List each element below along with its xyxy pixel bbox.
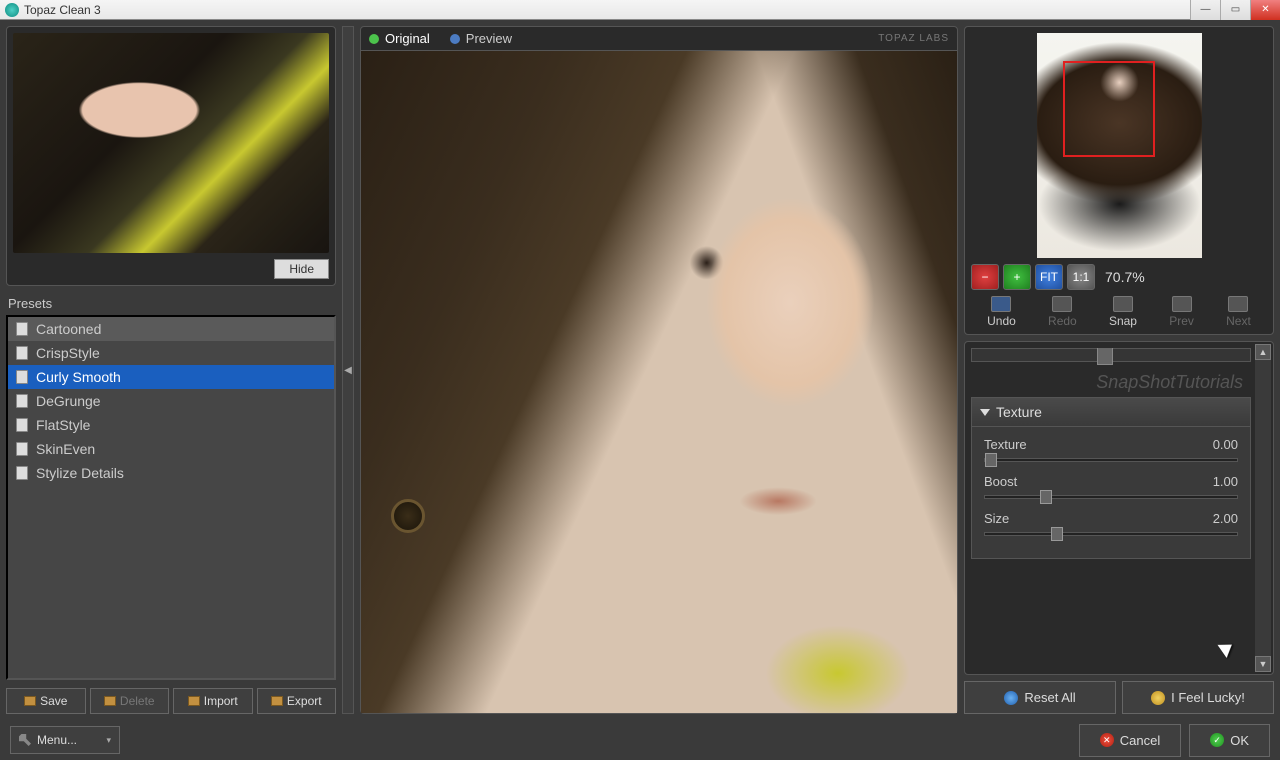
document-icon — [16, 346, 28, 360]
undo-button[interactable]: Undo — [987, 296, 1016, 328]
zoom-actual-button[interactable]: 1:1 — [1067, 264, 1095, 290]
param-texture-value: 0.00 — [1213, 437, 1238, 452]
section-texture-header[interactable]: Texture — [971, 397, 1251, 427]
app-icon — [5, 3, 19, 17]
prev-button[interactable]: Prev — [1169, 296, 1194, 328]
view-tabs: Original Preview TOPAZ LABS — [361, 27, 957, 51]
scroll-up-button[interactable]: ▲ — [1255, 344, 1271, 360]
document-icon — [16, 322, 28, 336]
preset-item[interactable]: Stylize Details — [8, 461, 334, 485]
param-size-value: 2.00 — [1213, 511, 1238, 526]
preset-item[interactable]: DeGrunge — [8, 389, 334, 413]
main-canvas[interactable] — [361, 51, 957, 713]
title-bar: Topaz Clean 3 — ▭ ✕ — [0, 0, 1280, 20]
params-scrollbar[interactable]: ▲ ▼ — [1255, 344, 1271, 672]
cancel-button[interactable]: ✕Cancel — [1079, 724, 1181, 757]
check-icon: ✓ — [1210, 733, 1224, 747]
param-texture-slider[interactable] — [984, 458, 1238, 462]
preset-label: CrispStyle — [36, 345, 100, 361]
window-title: Topaz Clean 3 — [24, 3, 101, 17]
zoom-out-button[interactable]: − — [971, 264, 999, 290]
reset-icon — [1004, 691, 1018, 705]
parameters-panel: SnapShotTutorials Texture Texture 0.00 Bo… — [964, 341, 1274, 675]
param-boost-label: Boost — [984, 474, 1017, 489]
next-button[interactable]: Next — [1226, 296, 1251, 328]
feel-lucky-button[interactable]: I Feel Lucky! — [1122, 681, 1274, 714]
canvas-knob-icon — [391, 499, 425, 533]
import-preset-button[interactable]: Import — [173, 688, 253, 714]
tab-original[interactable]: Original — [369, 31, 430, 46]
param-boost-value: 1.00 — [1213, 474, 1238, 489]
prev-icon — [1172, 296, 1192, 312]
hide-button[interactable]: Hide — [274, 259, 329, 279]
next-icon — [1228, 296, 1248, 312]
document-icon — [16, 466, 28, 480]
save-preset-button[interactable]: Save — [6, 688, 86, 714]
preset-item[interactable]: CrispStyle — [8, 341, 334, 365]
document-icon — [16, 442, 28, 456]
preset-label: SkinEven — [36, 441, 95, 457]
preview-thumbnail-panel: Hide — [6, 26, 336, 286]
cancel-icon: ✕ — [1100, 733, 1114, 747]
document-icon — [16, 418, 28, 432]
preset-label: DeGrunge — [36, 393, 101, 409]
brand-logo: TOPAZ LABS — [878, 33, 949, 44]
lucky-icon — [1151, 691, 1165, 705]
zoom-in-button[interactable]: + — [1003, 264, 1031, 290]
minimize-button[interactable]: — — [1190, 0, 1220, 20]
preset-label: FlatStyle — [36, 417, 90, 433]
param-size-label: Size — [984, 511, 1009, 526]
zoom-fit-button[interactable]: FIT — [1035, 264, 1063, 290]
redo-button[interactable]: Redo — [1048, 296, 1077, 328]
dot-icon — [369, 34, 379, 44]
dot-icon — [450, 34, 460, 44]
document-icon — [16, 370, 28, 384]
slider-thumb[interactable] — [985, 453, 997, 467]
chevron-down-icon — [980, 409, 990, 416]
export-preset-button[interactable]: Export — [257, 688, 337, 714]
undo-icon — [991, 296, 1011, 312]
preset-item[interactable]: Curly Smooth — [8, 365, 334, 389]
param-size-slider[interactable] — [984, 532, 1238, 536]
menu-button[interactable]: Menu... — [10, 726, 120, 754]
box-icon — [24, 696, 36, 706]
ok-button[interactable]: ✓OK — [1189, 724, 1270, 757]
maximize-button[interactable]: ▭ — [1220, 0, 1250, 20]
document-icon — [16, 394, 28, 408]
preset-item[interactable]: Cartooned — [8, 317, 334, 341]
scroll-track[interactable] — [1255, 360, 1271, 656]
box-icon — [188, 696, 200, 706]
camera-icon — [1113, 296, 1133, 312]
scroll-down-button[interactable]: ▼ — [1255, 656, 1271, 672]
box-icon — [271, 696, 283, 706]
snap-button[interactable]: Snap — [1109, 296, 1137, 328]
preset-label: Curly Smooth — [36, 369, 121, 385]
param-texture-label: Texture — [984, 437, 1027, 452]
collapse-left-toggle[interactable]: ◀ — [342, 26, 354, 714]
presets-header: Presets — [6, 292, 336, 315]
navigator-panel: − + FIT 1:1 70.7% Undo Redo Snap Prev Ne… — [964, 26, 1274, 335]
preview-thumbnail[interactable] — [13, 33, 329, 253]
preset-label: Stylize Details — [36, 465, 124, 481]
tab-preview[interactable]: Preview — [450, 31, 512, 46]
zoom-percent: 70.7% — [1105, 269, 1145, 285]
close-button[interactable]: ✕ — [1250, 0, 1280, 20]
navigator-image[interactable] — [1037, 33, 1202, 258]
reset-all-button[interactable]: Reset All — [964, 681, 1116, 714]
delete-preset-button[interactable]: Delete — [90, 688, 170, 714]
navigator-viewport-rect[interactable] — [1063, 61, 1155, 157]
overview-slider[interactable] — [971, 348, 1251, 362]
redo-icon — [1052, 296, 1072, 312]
preset-list[interactable]: Cartooned CrispStyle Curly Smooth DeGrunge F… — [6, 315, 336, 680]
slider-thumb[interactable] — [1040, 490, 1052, 504]
param-boost-slider[interactable] — [984, 495, 1238, 499]
preset-item[interactable]: FlatStyle — [8, 413, 334, 437]
preset-item[interactable]: SkinEven — [8, 437, 334, 461]
watermark-text: SnapShotTutorials — [971, 368, 1251, 397]
wrench-icon — [19, 734, 31, 746]
box-icon — [104, 696, 116, 706]
preset-label: Cartooned — [36, 321, 101, 337]
slider-thumb[interactable] — [1051, 527, 1063, 541]
